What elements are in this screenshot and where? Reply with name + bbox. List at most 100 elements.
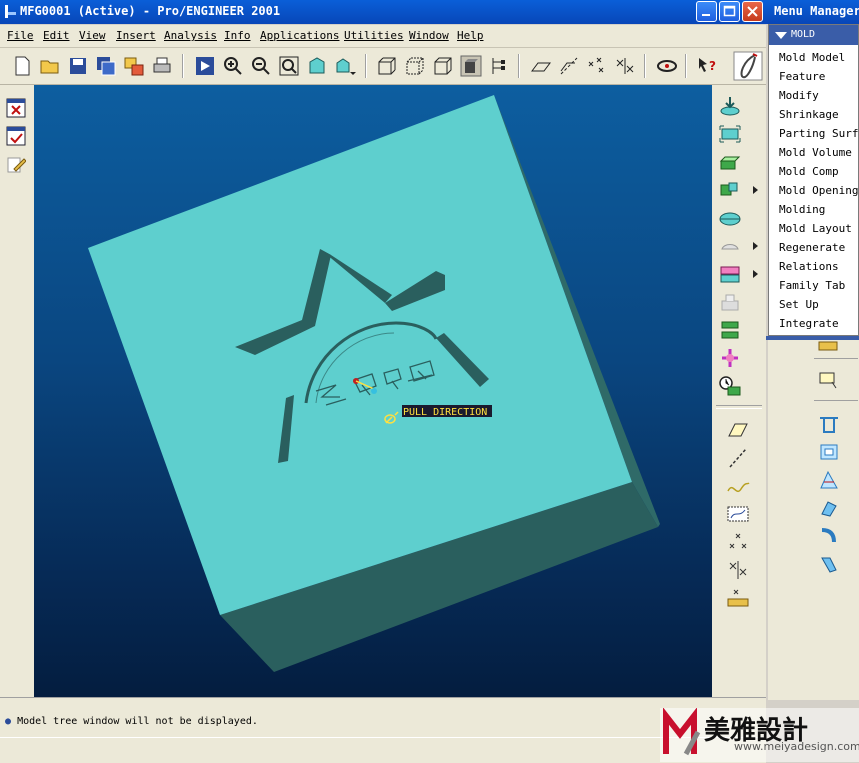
flyout-arrow-icon[interactable]	[750, 240, 760, 252]
hidden-line-icon[interactable]	[403, 54, 427, 78]
watermark-url: www.meiyadesign.com	[734, 740, 859, 753]
component-icon[interactable]	[718, 179, 742, 201]
menu-item-parting-surf[interactable]: Parting Surf	[779, 127, 858, 140]
context-help-icon[interactable]: ?	[695, 54, 719, 78]
shading-icon[interactable]	[459, 54, 483, 78]
round-feature-icon[interactable]	[818, 414, 840, 434]
menu-analysis[interactable]: Analysis	[164, 29, 217, 42]
edit-note-icon[interactable]	[6, 154, 26, 174]
flyout-arrow-icon[interactable]	[750, 268, 760, 280]
menu-file[interactable]: File	[7, 29, 34, 42]
menu-item-relations[interactable]: Relations	[779, 260, 839, 273]
molding-icon[interactable]	[718, 347, 742, 369]
mold-menu-header[interactable]: MOLD	[769, 25, 858, 45]
maximize-icon	[723, 5, 736, 17]
menu-item-integrate[interactable]: Integrate	[779, 317, 839, 330]
datum-axes-icon[interactable]	[557, 54, 581, 78]
sketched-curve-tool-icon[interactable]	[726, 503, 750, 525]
reorient-icon[interactable]	[305, 54, 329, 78]
window-title: MFG0001 (Active) - Pro/ENGINEER 2001	[20, 4, 281, 18]
datum-axis-tool-icon[interactable]	[726, 447, 750, 469]
print-icon[interactable]	[150, 54, 174, 78]
no-hidden-icon[interactable]	[431, 54, 455, 78]
analysis-feature-icon[interactable]	[726, 587, 750, 609]
note-flag-icon[interactable]	[818, 370, 840, 390]
zoom-out-icon[interactable]	[249, 54, 273, 78]
minimize-button[interactable]	[696, 1, 717, 22]
repaint-icon[interactable]	[193, 54, 217, 78]
datum-points-icon[interactable]	[585, 54, 609, 78]
menu-item-mold-opening[interactable]: Mold Opening	[779, 184, 858, 197]
menu-utilities[interactable]: Utilities	[344, 29, 404, 42]
close-button[interactable]	[742, 1, 763, 22]
menu-item-mold-volume[interactable]: Mold Volume	[779, 146, 852, 159]
menu-item-feature[interactable]: Feature	[779, 70, 825, 83]
menu-applications[interactable]: Applications	[260, 29, 339, 42]
open-folder-icon[interactable]	[38, 54, 62, 78]
menu-item-family-tab[interactable]: Family Tab	[779, 279, 845, 292]
menu-item-regenerate[interactable]: Regenerate	[779, 241, 845, 254]
menu-window[interactable]: Window	[409, 29, 449, 42]
zoom-in-icon[interactable]	[221, 54, 245, 78]
mold-menu: MOLD Mold Model Feature Modify Shrinkage…	[768, 24, 859, 336]
flyout-arrow-icon[interactable]	[750, 184, 760, 196]
model-tree-icon[interactable]	[487, 54, 511, 78]
mold-opening-icon[interactable]	[718, 319, 742, 341]
mold-model-view[interactable]: PULL DIRECTION	[34, 85, 712, 697]
menu-item-mold-comp[interactable]: Mold Comp	[779, 165, 839, 178]
close-icon	[747, 6, 758, 17]
menu-info[interactable]: Info	[224, 29, 251, 42]
parting-surface-icon[interactable]	[718, 207, 742, 229]
draft-feature-icon[interactable]	[818, 470, 840, 490]
backup-icon[interactable]	[122, 54, 146, 78]
menu-item-molding[interactable]: Molding	[779, 203, 825, 216]
shell-feature-icon[interactable]	[818, 442, 840, 462]
title-bar[interactable]: MFG0001 (Active) - Pro/ENGINEER 2001	[0, 0, 766, 24]
toolbar-separator	[365, 54, 367, 78]
graphics-window[interactable]: PULL DIRECTION	[34, 85, 712, 697]
menu-view[interactable]: View	[79, 29, 106, 42]
csys-tool-icon[interactable]	[726, 559, 750, 581]
datum-point-tool-icon[interactable]	[726, 531, 750, 553]
menu-item-mold-model[interactable]: Mold Model	[779, 51, 845, 64]
wireframe-icon[interactable]	[375, 54, 399, 78]
minimize-icon	[702, 14, 710, 16]
menu-item-mold-layout[interactable]: Mold Layout	[779, 222, 852, 235]
ruler-icon[interactable]	[818, 340, 838, 352]
menu-edit[interactable]: Edit	[43, 29, 70, 42]
maximize-button[interactable]	[719, 1, 740, 22]
datum-plane-tool-icon[interactable]	[726, 419, 750, 441]
datum-curve-tool-icon[interactable]	[726, 475, 750, 497]
menu-item-set-up[interactable]: Set Up	[779, 298, 819, 311]
menu-item-modify[interactable]: Modify	[779, 89, 819, 102]
coordinate-systems-icon[interactable]	[613, 54, 637, 78]
extract-icon[interactable]	[718, 291, 742, 313]
shutoff-surface-icon[interactable]	[718, 235, 742, 257]
datum-planes-icon[interactable]	[529, 54, 553, 78]
saved-views-icon[interactable]	[333, 54, 357, 78]
mold-base-icon[interactable]	[718, 151, 742, 173]
delete-window-icon[interactable]	[6, 98, 26, 118]
activate-window-icon[interactable]	[6, 126, 26, 146]
svg-text:?: ?	[709, 59, 716, 73]
menu-manager-title: Menu Manager	[774, 4, 859, 18]
new-file-icon[interactable]	[10, 54, 34, 78]
save-copy-icon[interactable]	[94, 54, 118, 78]
mold-check-icon[interactable]	[718, 375, 742, 397]
volume-split-icon[interactable]	[718, 263, 742, 285]
menu-insert[interactable]: Insert	[116, 29, 156, 42]
rib-feature-icon[interactable]	[818, 498, 840, 518]
sweep-feature-icon[interactable]	[818, 526, 840, 546]
locate-reference-icon[interactable]	[718, 95, 742, 117]
save-icon[interactable]	[66, 54, 90, 78]
menu-manager-titlebar[interactable]: Menu Manager	[766, 0, 859, 24]
refit-icon[interactable]	[277, 54, 301, 78]
message-bullet: ●	[5, 716, 12, 727]
menu-item-shrinkage[interactable]: Shrinkage	[779, 108, 839, 121]
spin-center-icon[interactable]	[655, 54, 679, 78]
proe-logo-icon	[733, 51, 763, 81]
workpiece-icon[interactable]	[718, 123, 742, 145]
blend-feature-icon[interactable]	[818, 554, 840, 574]
main-toolbar: ?	[0, 48, 766, 85]
menu-help[interactable]: Help	[457, 29, 484, 42]
